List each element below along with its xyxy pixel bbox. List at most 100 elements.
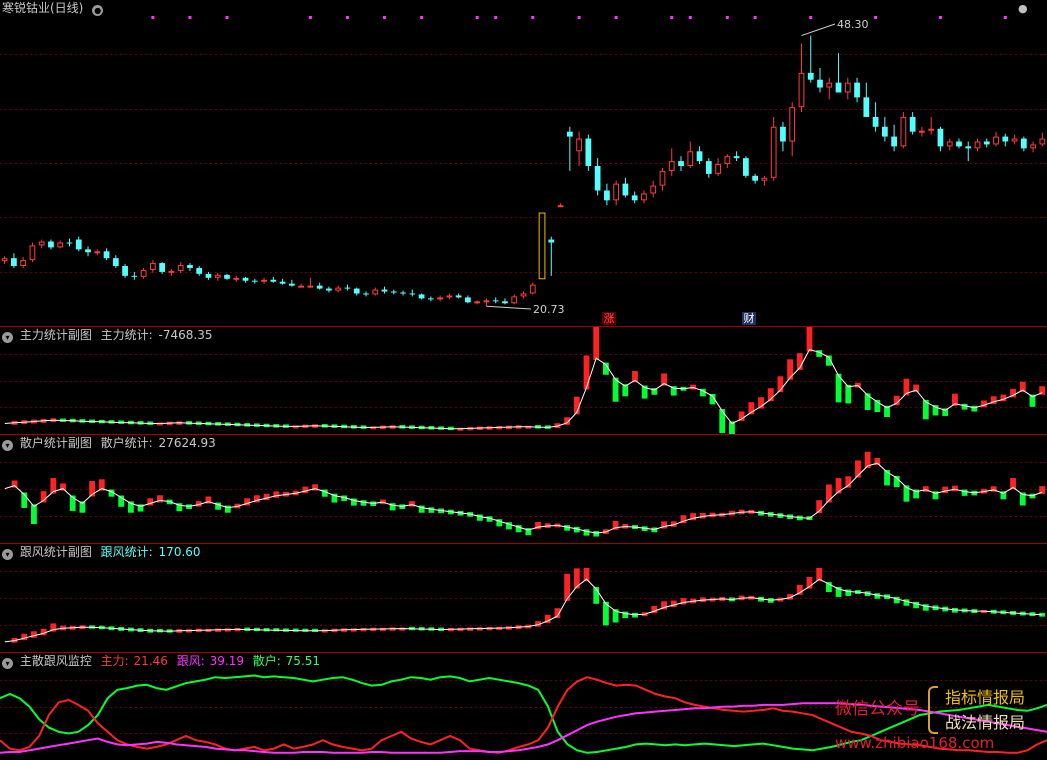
zhuli-title: 主力统计副图	[19, 328, 92, 342]
zhuli-chart[interactable]	[0, 327, 1047, 434]
genfeng-chart[interactable]	[0, 544, 1047, 652]
candle-body	[344, 287, 351, 289]
signal-dot	[475, 16, 479, 19]
chevron-down-icon[interactable]: ▾	[2, 440, 13, 451]
chevron-down-icon[interactable]: ▾	[2, 549, 13, 560]
candle-body	[205, 273, 212, 278]
candle-body	[576, 138, 582, 152]
main-title: 寒锐钴业(日线)	[2, 1, 84, 15]
candle-body	[307, 285, 314, 288]
indicator-bar	[360, 500, 367, 506]
candle-body	[604, 190, 610, 201]
sanhu-header: ▾ 散户统计副图 散户统计: 27624.93	[2, 436, 221, 451]
indicator-bar	[951, 485, 958, 492]
candle-body	[409, 293, 416, 295]
candle-body	[353, 288, 360, 294]
candle-body	[594, 166, 601, 191]
candle-body	[715, 164, 721, 174]
signal-dot	[938, 16, 942, 19]
candle-body	[696, 151, 703, 162]
sanhu-stat-label: 散户统计:	[100, 436, 153, 450]
candle-body	[724, 156, 731, 165]
candle-body	[733, 156, 740, 159]
marker-zhang[interactable]: 涨	[602, 312, 616, 325]
candle-body	[770, 126, 777, 178]
indicator-bar	[806, 327, 813, 352]
watermark-zhanfa: 战法情报局	[945, 713, 1026, 732]
high-price-label: 48.30	[837, 18, 869, 31]
signal-dot	[531, 16, 535, 19]
signal-dot	[494, 16, 498, 19]
candle-body	[492, 300, 499, 302]
main-header: 寒锐钴业(日线) ●	[2, 1, 106, 16]
candle-body	[919, 130, 925, 133]
zhuli-panel[interactable]: ▾ 主力统计副图 主力统计: -7468.35	[0, 327, 1047, 434]
candle-body	[177, 265, 184, 271]
signal-dot	[151, 16, 155, 19]
indicator-bar	[787, 359, 794, 380]
candle-body	[242, 277, 249, 281]
monitor-sanhu-label: 散户:	[252, 654, 281, 668]
candle-body	[872, 116, 879, 127]
candle-body	[742, 158, 749, 176]
candle-body	[956, 141, 962, 147]
indicator-bar	[593, 327, 600, 361]
candlestick-chart[interactable]	[0, 0, 1047, 326]
watermark-weixin: 微信公众号	[835, 699, 920, 719]
panel-divider	[0, 434, 1047, 435]
chevron-down-icon[interactable]: ▾	[2, 658, 13, 669]
candle-body	[780, 126, 786, 142]
candle-body	[11, 258, 17, 267]
chevron-down-icon[interactable]: ▾	[2, 332, 13, 343]
candle-body	[270, 279, 277, 282]
candle-body	[335, 287, 342, 291]
top-right-dot-icon[interactable]: ●	[1018, 2, 1028, 15]
signal-dot	[225, 16, 229, 19]
candle-body	[57, 242, 64, 248]
candle-body	[363, 293, 369, 295]
settings-circle-icon[interactable]: ●	[92, 5, 104, 16]
candle-body	[418, 294, 425, 299]
monitor-zhuli-value: 21.46	[133, 654, 168, 668]
indicator-bar	[583, 355, 590, 390]
candle-body	[835, 82, 842, 93]
candle-body	[844, 82, 851, 93]
candle-body	[566, 131, 573, 137]
candle-body	[983, 141, 990, 145]
panel-divider	[0, 543, 1047, 544]
marker-cai[interactable]: 财	[742, 312, 756, 325]
candle-body	[909, 116, 916, 132]
candle-body	[585, 138, 592, 166]
candle-body	[826, 82, 833, 88]
sanhu-chart[interactable]	[0, 435, 1047, 543]
genfeng-panel[interactable]: ▾ 跟风统计副图 跟风统计: 170.60	[0, 544, 1047, 652]
genfeng-stat-value: 170.60	[158, 545, 201, 559]
candle-body	[20, 260, 27, 267]
candle-body	[187, 265, 193, 268]
candle-body	[900, 116, 907, 147]
candle-body	[122, 266, 128, 276]
candle-body	[613, 183, 620, 201]
candle-body	[381, 289, 388, 292]
candle-body	[1011, 138, 1018, 142]
zhuli-stat-value: -7468.35	[158, 328, 213, 342]
candle-body	[168, 270, 175, 273]
signal-dot	[688, 16, 692, 19]
candle-body	[465, 297, 471, 303]
candle-body	[1, 258, 8, 262]
candle-body	[891, 136, 897, 147]
genfeng-title: 跟风统计副图	[19, 545, 92, 559]
candle-body	[251, 280, 258, 282]
signal-dot	[420, 16, 424, 19]
indicator-bar	[302, 486, 309, 493]
main-price-panel[interactable]: 寒锐钴业(日线) ● 48.30 20.73 涨 财 ●	[0, 0, 1047, 326]
indicator-bar	[893, 596, 900, 604]
indicator-bar	[409, 501, 415, 507]
low-price-label: 20.73	[533, 303, 565, 316]
signal-dot	[753, 16, 757, 19]
candle-body	[1039, 138, 1046, 145]
sanhu-panel[interactable]: ▾ 散户统计副图 散户统计: 27624.93	[0, 435, 1047, 543]
indicator-bar	[845, 384, 852, 404]
signal-dot	[308, 16, 312, 19]
candle-body	[687, 151, 694, 167]
